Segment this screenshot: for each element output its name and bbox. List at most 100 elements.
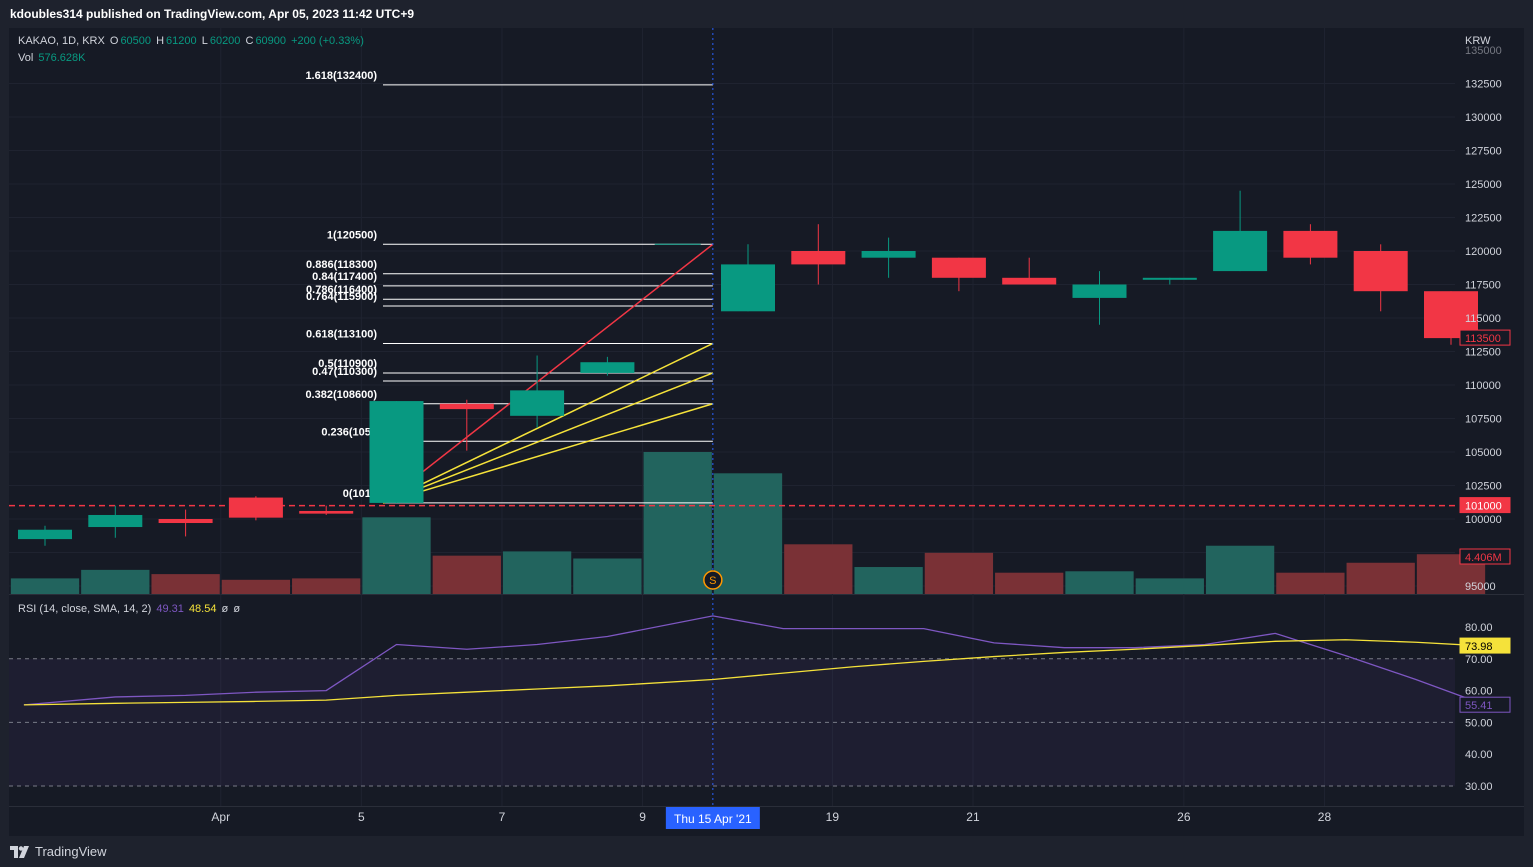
candle-body [861,251,916,258]
volume-bar [784,544,853,594]
candle-body [369,401,424,503]
rsi-tick-label: 70.00 [1465,654,1493,666]
footer-brand[interactable]: TradingView [35,844,107,859]
candle-body [18,529,72,540]
volume-bar [81,569,150,594]
fib-level-label: 0.886(118300) [306,259,377,271]
close-value: 60900 [255,35,287,47]
price-tick-label: 102500 [1465,481,1502,493]
time-tick-label: 21 [966,810,980,824]
open-label: O [109,35,119,47]
price-tick-label: 115000 [1465,313,1501,325]
close-label: C [245,35,254,47]
split-marker-text: S [709,575,716,587]
rsi-value: 49.31 [156,603,184,615]
candle-body [1353,251,1408,292]
fib-level-label: 0.764(115900) [306,291,377,303]
time-tick-label: 26 [1177,810,1191,824]
price-tick-label: 95000 [1465,581,1496,593]
candle-body [510,390,565,416]
candle-body [580,362,635,373]
low-label: L [201,35,208,47]
chart-frame[interactable]: 1.618(132400) 1(120500) 0.886(118300) 0.84(… [9,28,1524,836]
price-tick-label: 132500 [1465,79,1502,91]
rsi-tick-label: 80.00 [1465,622,1493,634]
volume-badge: 4.406M [1465,552,1502,564]
price-tick-label: 127500 [1465,146,1502,158]
candle-body [1072,284,1127,298]
candle-body [439,403,494,410]
symbol-label[interactable]: KAKAO, 1D, KRX [18,35,105,47]
rsi-extra-1: ø [221,603,229,615]
footer: TradingView [0,836,1533,867]
volume-bar [1065,571,1134,594]
rsi-tick-label: 30.00 [1465,781,1493,793]
rsi-label[interactable]: RSI (14, close, SMA, 14, 2) [18,603,151,615]
rsi-tick-label: 50.00 [1465,717,1493,729]
published-line: kdoubles314 published on TradingView.com… [10,7,415,21]
high-label: H [156,35,165,47]
time-tick-label: 19 [826,810,840,824]
chart-canvas[interactable]: 1.618(132400) 1(120500) 0.886(118300)0.84(… [9,28,1524,836]
candle-body [1002,277,1057,285]
volume-bar [1205,545,1275,594]
rsi-tick-label: 60.00 [1465,686,1493,698]
dashed-line-price-badge: 101000 [1465,501,1502,513]
price-tick-label: 117500 [1465,280,1501,292]
rsi-ma-badge: 73.98 [1465,641,1493,653]
candle-body [1283,230,1338,258]
volume-bar [151,574,220,594]
vol-label[interactable]: Vol [18,52,33,64]
volume-bar [292,578,361,594]
fib-level-label: 1(120500) [327,229,377,241]
change-value: +200 (+0.33%) [291,35,364,47]
price-tick-label: 130000 [1465,112,1502,124]
price-tick-label: 112500 [1465,347,1501,359]
low-value: 60200 [209,35,241,47]
volume-bar [10,578,80,594]
open-value: 60500 [120,35,152,47]
volume-bar [713,473,783,594]
volume-bar [854,567,923,594]
fib-level-label: 0.47(110300) [312,366,377,378]
volume-bar [221,579,291,594]
fib-level-label: 0.618(113100) [306,328,377,340]
vol-value: 576.628K [38,52,86,64]
candle-body [931,257,986,278]
volume-bar [924,552,994,594]
price-tick-label: 107500 [1465,414,1502,426]
price-tick-label: 120000 [1465,246,1502,258]
rsi-extra-2: ø [233,603,241,615]
price-tick-label: 100000 [1465,514,1502,526]
rsi-tick-label: 40.00 [1465,749,1493,761]
candle-body [791,251,846,265]
tradingview-logo-icon[interactable] [10,845,30,858]
fib-level-label: 0.236(1058 [321,426,377,438]
rsi-legend: RSI (14, close, SMA, 14, 2) 49.31 48.54 … [18,603,242,615]
price-tick-label: 122500 [1465,213,1502,225]
candle-body [1142,277,1197,280]
volume-bar [573,558,642,594]
volume-bar [1276,572,1345,594]
volume-bar [1135,578,1204,594]
fib-level-label: 0.84(117400) [312,271,377,283]
time-tick-label: 9 [639,810,646,824]
fib-level-label: 1.618(132400) [305,70,377,82]
candle-body [158,519,213,524]
price-tick-label: 125000 [1465,179,1502,191]
volume-bar [502,551,572,594]
price-tick-label: 105000 [1465,447,1502,459]
fib-level-label: 0.382(108600) [305,389,377,401]
rsi-value-badge: 55.41 [1465,700,1493,712]
time-tick-label: Apr [211,810,230,824]
candle-body [721,264,775,312]
time-tick-label: 28 [1318,810,1332,824]
price-tick-partial: 135000 [1465,45,1502,57]
high-value: 61200 [166,35,197,47]
volume-bar [1346,562,1415,594]
candle-body [299,510,354,514]
volume-bar [432,555,501,594]
candle-body [1213,230,1268,272]
rsi-ma-value: 48.54 [188,603,217,615]
candle-body [228,497,283,518]
